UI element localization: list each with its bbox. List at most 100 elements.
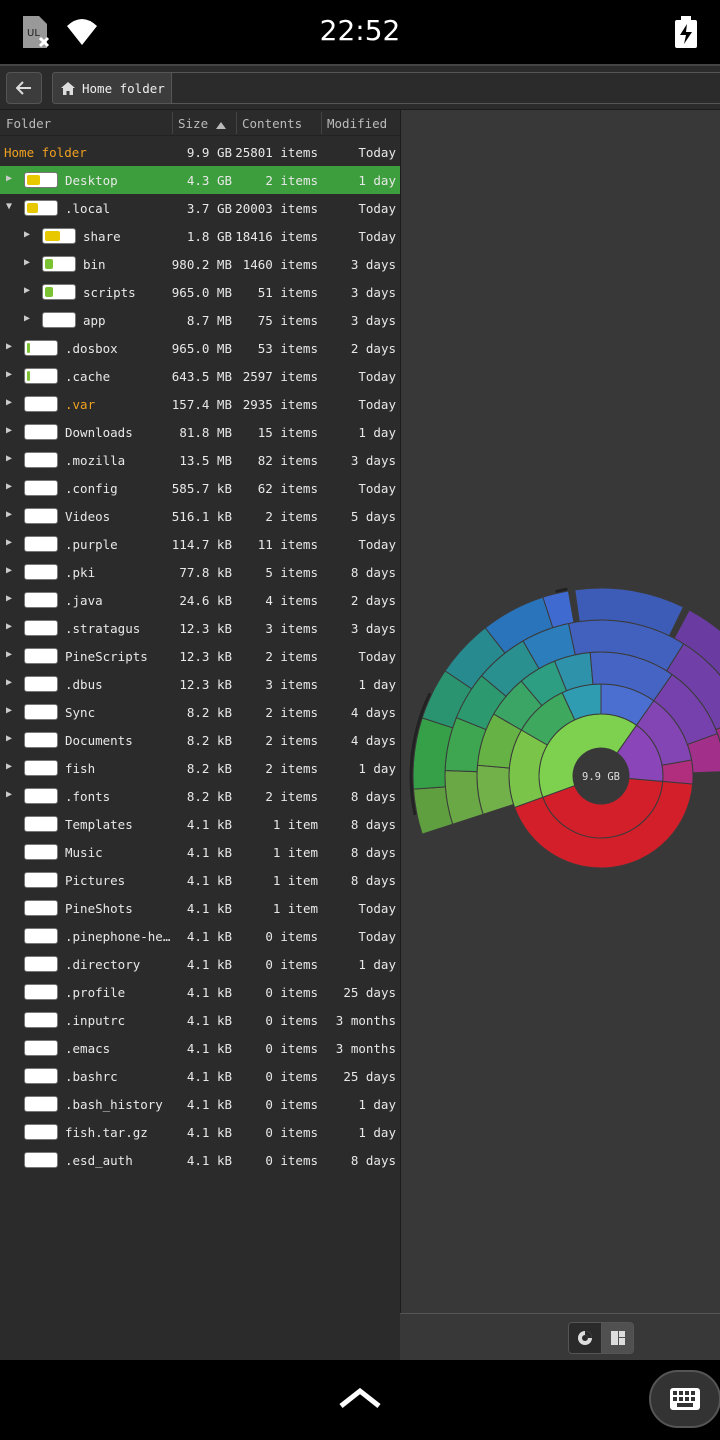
chevron-up-icon[interactable] bbox=[338, 1386, 382, 1414]
folder-contents: 2597 items bbox=[242, 369, 318, 384]
chevron-right-icon[interactable]: ▶ bbox=[24, 313, 30, 324]
ring-chart[interactable]: 9.9 GB bbox=[401, 110, 720, 1313]
column-header-contents[interactable]: Contents bbox=[242, 116, 302, 131]
folder-size: 114.7 kB bbox=[171, 537, 232, 552]
folder-row[interactable]: ▶ Documents 8.2 kB 2 items 4 days bbox=[0, 726, 400, 754]
folder-row[interactable]: ▶ Sync 8.2 kB 2 items 4 days bbox=[0, 698, 400, 726]
folder-contents: 11 items bbox=[257, 537, 318, 552]
folder-row[interactable]: ▶ .mozilla 13.5 MB 82 items 3 days bbox=[0, 446, 400, 474]
back-button[interactable] bbox=[6, 72, 42, 104]
folder-name: .fonts bbox=[65, 789, 111, 804]
folder-row[interactable]: .directory 4.1 kB 0 items 1 day bbox=[0, 950, 400, 978]
folder-row[interactable]: PineShots 4.1 kB 1 item Today bbox=[0, 894, 400, 922]
chevron-right-icon[interactable]: ▶ bbox=[6, 621, 12, 632]
chevron-right-icon[interactable]: ▶ bbox=[24, 285, 30, 296]
column-header-size[interactable]: Size bbox=[178, 116, 208, 131]
folder-row[interactable]: ▶ .dbus 12.3 kB 3 items 1 day bbox=[0, 670, 400, 698]
folder-row[interactable]: Pictures 4.1 kB 1 item 8 days bbox=[0, 866, 400, 894]
folder-row[interactable]: ▶ .cache 643.5 MB 2597 items Today bbox=[0, 362, 400, 390]
folder-size: 585.7 kB bbox=[171, 481, 232, 496]
folder-row[interactable]: Music 4.1 kB 1 item 8 days bbox=[0, 838, 400, 866]
folder-modified: 4 days bbox=[350, 705, 396, 720]
chevron-right-icon[interactable]: ▶ bbox=[6, 649, 12, 660]
folder-row[interactable]: ▶ bin 980.2 MB 1460 items 3 days bbox=[0, 250, 400, 278]
folder-row[interactable]: ▶ share 1.8 GB 18416 items Today bbox=[0, 222, 400, 250]
chevron-right-icon[interactable]: ▶ bbox=[6, 453, 12, 464]
chevron-right-icon[interactable]: ▶ bbox=[6, 677, 12, 688]
home-icon bbox=[61, 81, 75, 95]
folder-row[interactable]: .profile 4.1 kB 0 items 25 days bbox=[0, 978, 400, 1006]
chevron-right-icon[interactable]: ▶ bbox=[6, 397, 12, 408]
folder-row[interactable]: .bash_history 4.1 kB 0 items 1 day bbox=[0, 1090, 400, 1118]
folder-row[interactable]: ▶ scripts 965.0 MB 51 items 3 days bbox=[0, 278, 400, 306]
folder-row[interactable]: ▶ .stratagus 12.3 kB 3 items 3 days bbox=[0, 614, 400, 642]
folder-row[interactable]: ▶ Videos 516.1 kB 2 items 5 days bbox=[0, 502, 400, 530]
folder-row[interactable]: .pinephone-he… 4.1 kB 0 items Today bbox=[0, 922, 400, 950]
folder-contents: 0 items bbox=[265, 957, 318, 972]
folder-row[interactable]: ▼ .local 3.7 GB 20003 items Today bbox=[0, 194, 400, 222]
folder-modified: 8 days bbox=[350, 565, 396, 580]
chevron-right-icon[interactable]: ▶ bbox=[6, 509, 12, 520]
folder-row[interactable]: .inputrc 4.1 kB 0 items 3 months bbox=[0, 1006, 400, 1034]
folder-contents: 75 items bbox=[257, 313, 318, 328]
folder-row[interactable]: .emacs 4.1 kB 0 items 3 months bbox=[0, 1034, 400, 1062]
folder-row[interactable]: ▶ .pki 77.8 kB 5 items 8 days bbox=[0, 558, 400, 586]
keyboard-toggle-button[interactable] bbox=[649, 1370, 720, 1428]
chevron-right-icon[interactable]: ▶ bbox=[6, 761, 12, 772]
folder-contents: 1460 items bbox=[242, 257, 318, 272]
folder-modified: Today bbox=[358, 481, 396, 496]
folder-size: 4.1 kB bbox=[186, 817, 232, 832]
usage-bar bbox=[24, 1152, 58, 1168]
folder-size: 81.8 MB bbox=[179, 425, 232, 440]
chevron-right-icon[interactable]: ▶ bbox=[6, 789, 12, 800]
usage-bar bbox=[24, 1124, 58, 1140]
folder-row[interactable]: fish.tar.gz 4.1 kB 0 items 1 day bbox=[0, 1118, 400, 1146]
chevron-right-icon[interactable]: ▶ bbox=[24, 257, 30, 268]
folder-name: app bbox=[83, 313, 106, 328]
chevron-right-icon[interactable]: ▶ bbox=[6, 733, 12, 744]
folder-row[interactable]: .esd_auth 4.1 kB 0 items 8 days bbox=[0, 1146, 400, 1174]
folder-row[interactable]: ▶ PineScripts 12.3 kB 2 items Today bbox=[0, 642, 400, 670]
chevron-right-icon[interactable]: ▶ bbox=[6, 537, 12, 548]
folder-row[interactable]: ▶ .purple 114.7 kB 11 items Today bbox=[0, 530, 400, 558]
chevron-right-icon[interactable]: ▶ bbox=[6, 173, 12, 184]
chevron-right-icon[interactable]: ▶ bbox=[6, 425, 12, 436]
folder-row[interactable]: ▶ .config 585.7 kB 62 items Today bbox=[0, 474, 400, 502]
chevron-right-icon[interactable]: ▶ bbox=[6, 481, 12, 492]
folder-row[interactable]: Templates 4.1 kB 1 item 8 days bbox=[0, 810, 400, 838]
folder-row[interactable]: ▶ Downloads 81.8 MB 15 items 1 day bbox=[0, 418, 400, 446]
chevron-right-icon[interactable]: ▶ bbox=[6, 593, 12, 604]
breadcrumb-home[interactable]: Home folder bbox=[52, 72, 172, 104]
folder-row[interactable]: ▶ app 8.7 MB 75 items 3 days bbox=[0, 306, 400, 334]
chevron-right-icon[interactable]: ▶ bbox=[6, 705, 12, 716]
folder-contents: 18416 items bbox=[235, 229, 318, 244]
chevron-right-icon[interactable]: ▶ bbox=[24, 229, 30, 240]
folder-name: .directory bbox=[65, 957, 141, 972]
folder-row[interactable]: ▶ Desktop 4.3 GB 2 items 1 day bbox=[0, 166, 400, 194]
folder-size: 8.2 kB bbox=[186, 733, 232, 748]
folder-size: 4.1 kB bbox=[186, 1013, 232, 1028]
column-header-modified[interactable]: Modified bbox=[327, 116, 387, 131]
treemap-view-button[interactable] bbox=[601, 1322, 634, 1354]
folder-contents: 0 items bbox=[265, 1097, 318, 1112]
folder-modified: 1 day bbox=[358, 957, 396, 972]
folder-row[interactable]: .bashrc 4.1 kB 0 items 25 days bbox=[0, 1062, 400, 1090]
root-row[interactable]: Home folder 9.9 GB 25801 items Today bbox=[0, 138, 400, 166]
chevron-right-icon[interactable]: ▶ bbox=[6, 369, 12, 380]
folder-name: .dbus bbox=[65, 677, 103, 692]
chevron-right-icon[interactable]: ▶ bbox=[6, 565, 12, 576]
folder-contents: 1 item bbox=[272, 873, 318, 888]
folder-name: scripts bbox=[83, 285, 136, 300]
chevron-down-icon[interactable]: ▼ bbox=[6, 201, 12, 212]
ring-segment[interactable] bbox=[476, 764, 515, 815]
folder-row[interactable]: ▶ .java 24.6 kB 4 items 2 days bbox=[0, 586, 400, 614]
column-header-folder[interactable]: Folder bbox=[6, 116, 51, 131]
chevron-right-icon[interactable]: ▶ bbox=[6, 341, 12, 352]
folder-row[interactable]: ▶ .fonts 8.2 kB 2 items 8 days bbox=[0, 782, 400, 810]
folder-name: .mozilla bbox=[65, 453, 126, 468]
folder-row[interactable]: ▶ fish 8.2 kB 2 items 1 day bbox=[0, 754, 400, 782]
folder-row[interactable]: ▶ .var 157.4 MB 2935 items Today bbox=[0, 390, 400, 418]
folder-contents: 4 items bbox=[265, 593, 318, 608]
folder-row[interactable]: ▶ .dosbox 965.0 MB 53 items 2 days bbox=[0, 334, 400, 362]
ring-chart-view-button[interactable] bbox=[568, 1322, 601, 1354]
